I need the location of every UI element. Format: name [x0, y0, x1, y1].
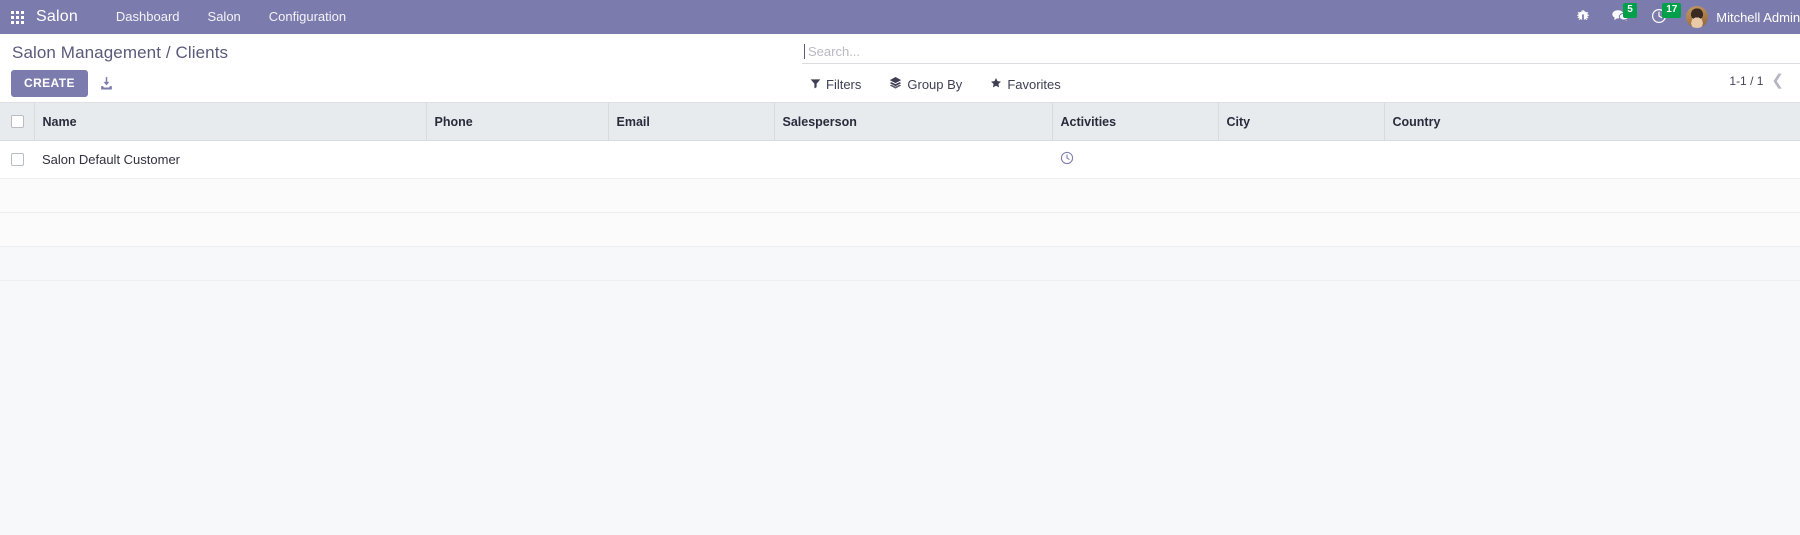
group-by-dropdown[interactable]: Group By: [875, 76, 976, 92]
empty-cell: [1384, 178, 1800, 213]
empty-cell: [426, 212, 608, 247]
import-icon[interactable]: [98, 75, 116, 93]
clients-table: Name Phone Email Salesperson Activities …: [0, 103, 1800, 281]
menu-item-dashboard[interactable]: Dashboard: [102, 0, 194, 34]
empty-cell: [0, 246, 34, 281]
column-header-salesperson[interactable]: Salesperson: [774, 103, 1053, 141]
table-body: Salon Default Customer: [0, 140, 1800, 281]
empty-row: [0, 178, 1800, 213]
empty-cell: [34, 246, 426, 281]
empty-cell: [0, 212, 34, 247]
empty-cell: [774, 178, 1052, 213]
brand-title[interactable]: Salon: [34, 8, 88, 26]
search-box[interactable]: [802, 40, 1800, 64]
menu-item-salon[interactable]: Salon: [194, 0, 255, 34]
table-header-row: Name Phone Email Salesperson Activities …: [0, 103, 1800, 141]
messages-menu-button[interactable]: 5: [1601, 0, 1640, 34]
text-caret: [804, 44, 805, 59]
clock-icon[interactable]: [1060, 151, 1074, 165]
cell-city: [1218, 140, 1384, 179]
empty-cell: [34, 178, 426, 213]
messages-count-badge: 5: [1623, 3, 1637, 18]
empty-cell: [0, 178, 34, 213]
column-header-email[interactable]: Email: [608, 103, 775, 141]
pager: 1-1 / 1 ❮: [1729, 73, 1784, 88]
empty-row: [0, 212, 1800, 247]
cell-phone: [426, 140, 608, 179]
filters-label: Filters: [826, 76, 862, 92]
column-header-name[interactable]: Name: [34, 103, 427, 141]
top-navbar: Salon Dashboard Salon Configuration 5 17…: [0, 0, 1800, 34]
bug-icon: [1576, 9, 1590, 26]
empty-cell: [1218, 178, 1384, 213]
empty-cell: [426, 246, 608, 281]
empty-cell: [1384, 212, 1800, 247]
table-header: Name Phone Email Salesperson Activities …: [0, 103, 1800, 141]
control-panel-buttons: CREATE: [11, 70, 116, 97]
empty-cell: [34, 212, 426, 247]
empty-cell: [1052, 178, 1218, 213]
empty-cell: [1384, 246, 1800, 281]
apps-grid-icon: [10, 10, 24, 24]
favorites-label: Favorites: [1007, 76, 1061, 92]
star-icon: [990, 77, 1002, 92]
cell-country: [1384, 140, 1800, 179]
page-background: [0, 281, 1800, 521]
avatar[interactable]: [1686, 6, 1709, 28]
empty-cell: [1052, 246, 1218, 281]
user-menu-button[interactable]: Mitchell Admin (: [1708, 10, 1800, 25]
empty-cell: [1052, 212, 1218, 247]
empty-cell: [608, 178, 774, 213]
cell-email: [608, 140, 774, 179]
filters-dropdown[interactable]: Filters: [802, 77, 875, 92]
empty-cell: [608, 246, 774, 281]
filter-bar: Filters Group By Favorites 1-1 / 1 ❮: [802, 73, 1800, 95]
empty-cell: [774, 246, 1052, 281]
search-area: Filters Group By Favor: [802, 40, 1800, 95]
column-header-city[interactable]: City: [1218, 103, 1385, 141]
select-all-header: [0, 103, 35, 141]
empty-row: [0, 246, 1800, 281]
pager-range: 1-1 / 1: [1729, 73, 1764, 88]
select-all-checkbox[interactable]: [10, 115, 24, 128]
empty-cell: [1218, 212, 1384, 247]
empty-cell: [426, 178, 608, 213]
column-header-activities[interactable]: Activities: [1052, 103, 1219, 141]
activities-count-badge: 17: [1662, 3, 1682, 18]
favorites-dropdown[interactable]: Favorites: [976, 77, 1074, 92]
debug-menu-button[interactable]: [1565, 0, 1601, 34]
column-header-phone[interactable]: Phone: [426, 103, 609, 141]
cell-activities: [1052, 140, 1218, 179]
group-by-label: Group By: [907, 76, 963, 92]
control-panel: Salon Management / Clients CREATE Filter…: [0, 34, 1800, 103]
table-row[interactable]: Salon Default Customer: [0, 140, 1800, 179]
cell-salesperson: [774, 140, 1052, 179]
search-input[interactable]: [805, 43, 1800, 60]
navbar-systray: 5 17 Mitchell Admin (: [1565, 0, 1800, 34]
row-checkbox[interactable]: [11, 153, 24, 166]
chevron-left-icon[interactable]: ❮: [1771, 73, 1784, 88]
list-view: Name Phone Email Salesperson Activities …: [0, 103, 1800, 281]
layers-icon: [889, 76, 902, 92]
empty-cell: [1218, 246, 1384, 281]
empty-cell: [774, 212, 1052, 247]
column-header-country[interactable]: Country: [1384, 103, 1800, 141]
apps-menu-button[interactable]: [0, 0, 34, 34]
empty-cell: [608, 212, 774, 247]
breadcrumb[interactable]: Salon Management / Clients: [12, 43, 228, 63]
row-select-cell: [0, 140, 34, 179]
menu-item-configuration[interactable]: Configuration: [255, 0, 360, 34]
main-menu: Dashboard Salon Configuration: [102, 0, 360, 34]
cell-name: Salon Default Customer: [34, 140, 426, 179]
create-button[interactable]: CREATE: [11, 70, 88, 97]
activities-menu-button[interactable]: 17: [1640, 0, 1682, 34]
funnel-icon: [810, 77, 821, 92]
